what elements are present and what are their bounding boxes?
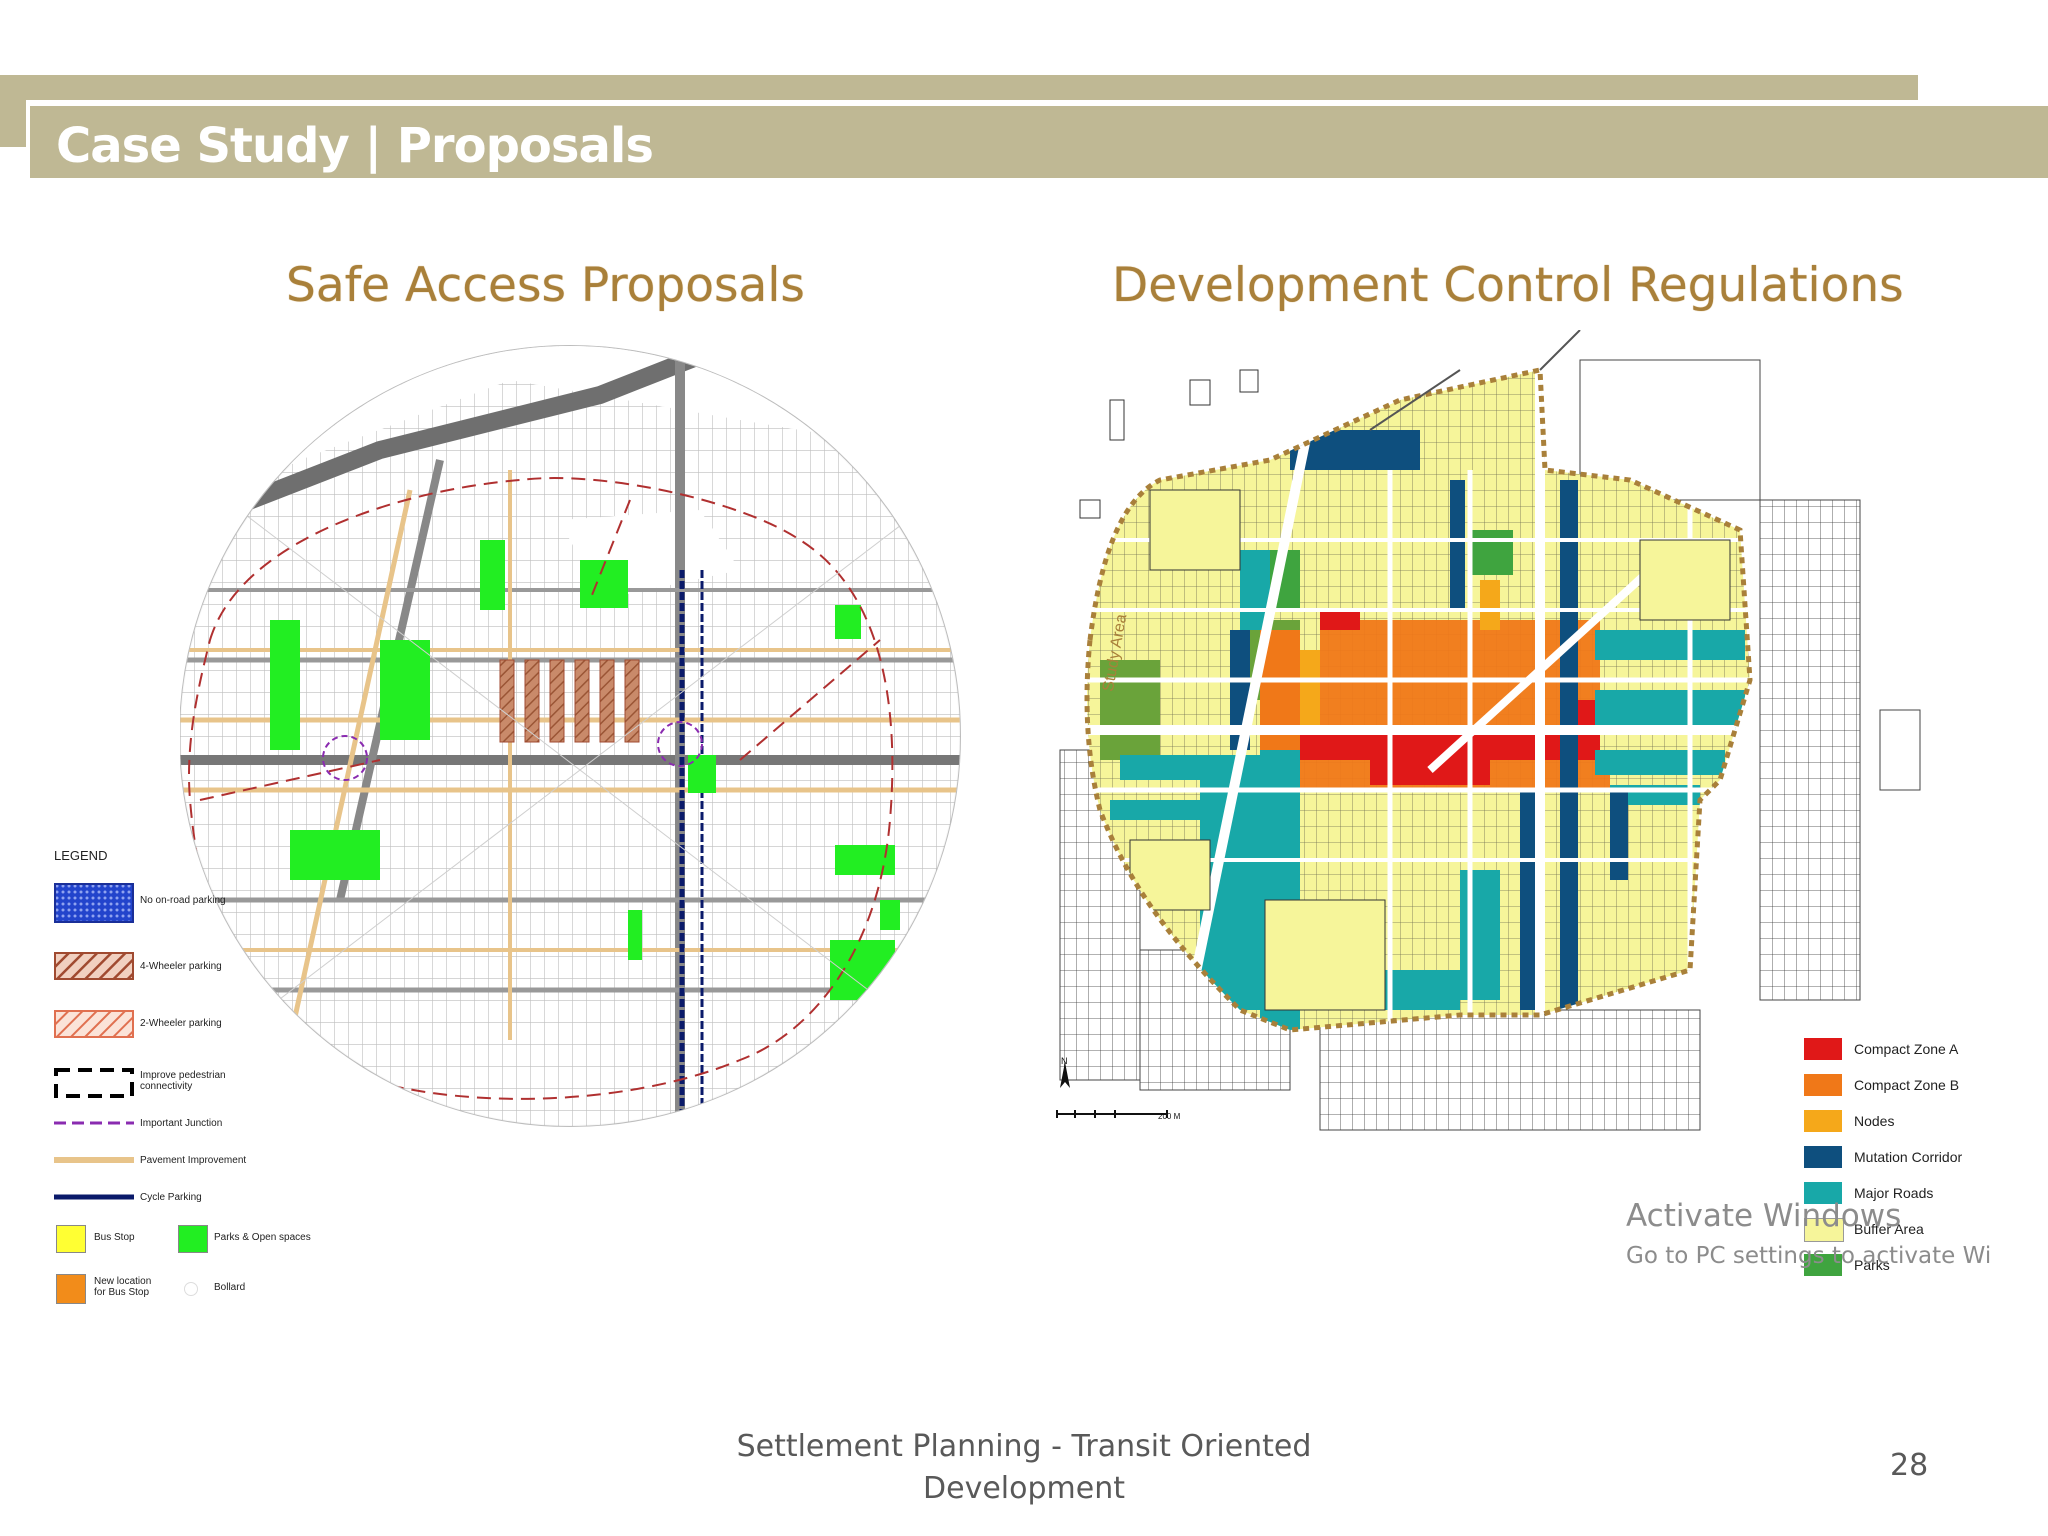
safe-access-map (180, 345, 961, 1127)
legend-label-compact-zone-a: Compact Zone A (1854, 1041, 1959, 1057)
legend-label-2-wheeler: 2-Wheeler parking (140, 1018, 222, 1029)
legend-label-4-wheeler: 4-Wheeler parking (140, 961, 222, 972)
legend-swatch-bollard (184, 1282, 198, 1296)
legend-label-bus-stop: Bus Stop (94, 1232, 135, 1243)
legend-label-pedestrian: Improve pedestrian connectivity (140, 1070, 226, 1092)
legend-swatch-pavement (54, 1157, 134, 1163)
legend-swatch-compact-zone-b (1804, 1074, 1842, 1096)
legend-label-new-bus-stop: New location for Bus Stop (94, 1276, 152, 1298)
legend-label-cycle: Cycle Parking (140, 1192, 202, 1203)
legend-swatch-parks (178, 1225, 208, 1253)
legend-label-junction: Important Junction (140, 1118, 223, 1129)
legend-swatch-no-parking (54, 883, 134, 923)
scale-bar (1056, 1110, 1168, 1118)
header-accent-band (0, 75, 1918, 100)
north-label: N (1061, 1056, 1068, 1066)
safe-access-heading: Safe Access Proposals (286, 258, 805, 313)
slide-title: Case Study | Proposals (56, 118, 654, 174)
legend-swatch-2-wheeler (54, 1010, 134, 1038)
dcr-heading: Development Control Regulations (1112, 258, 1904, 313)
legend-label-compact-zone-b: Compact Zone B (1854, 1077, 1960, 1093)
legend-label-nodes: Nodes (1854, 1113, 1895, 1129)
legend-swatch-new-bus-stop (56, 1274, 86, 1304)
legend-swatch-cycle (54, 1194, 134, 1200)
slide-footer: Settlement Planning - Transit Oriented D… (736, 1429, 1312, 1506)
page-number: 28 (1890, 1448, 1929, 1483)
header-accent-tab (0, 75, 26, 147)
legend-swatch-nodes (1804, 1110, 1842, 1132)
legend-title: LEGEND (54, 848, 108, 863)
legend-swatch-bus-stop (56, 1225, 86, 1253)
legend-label-parks: Parks & Open spaces (214, 1232, 311, 1243)
legend-swatch-pedestrian (54, 1068, 134, 1098)
legend-swatch-4-wheeler (54, 952, 134, 980)
legend-label-pavement: Pavement Improvement (140, 1155, 247, 1166)
legend-swatch-mutation-corridor (1804, 1146, 1842, 1168)
legend-swatch-junction (54, 1121, 134, 1125)
legend-swatch-compact-zone-a (1804, 1038, 1842, 1060)
activate-windows-watermark: Activate Windows (1626, 1198, 1902, 1234)
scale-label: 200 M (1158, 1112, 1181, 1121)
dcr-map (1059, 330, 1921, 1131)
legend-label-bollard: Bollard (214, 1282, 246, 1293)
legend-label-no-parking: No on-road parking (140, 895, 226, 906)
activate-windows-subtext: Go to PC settings to activate Wi (1626, 1243, 1992, 1269)
legend-label-mutation-corridor: Mutation Corridor (1854, 1149, 1963, 1165)
